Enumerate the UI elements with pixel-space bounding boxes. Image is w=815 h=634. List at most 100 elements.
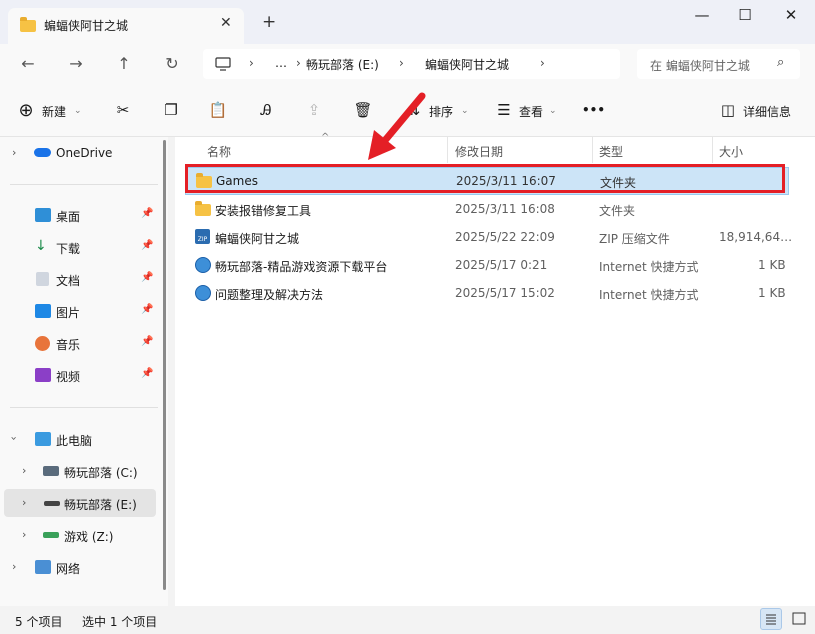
pictures-icon bbox=[35, 304, 51, 318]
column-header-type[interactable]: 类型 bbox=[599, 143, 623, 160]
sort-button[interactable]: 排序 bbox=[429, 103, 453, 120]
file-name: 问题整理及解决方法 bbox=[215, 288, 324, 302]
sidebar-item-label: 下载 bbox=[56, 242, 81, 256]
sidebar-item-pictures[interactable]: 图片 📌 bbox=[0, 297, 158, 325]
copy-icon[interactable]: ❐ bbox=[161, 101, 181, 119]
pin-icon[interactable]: 📌 bbox=[141, 304, 153, 315]
sidebar-item-this-pc[interactable]: › 此电脑 bbox=[0, 425, 158, 453]
sidebar-item-label: 文档 bbox=[56, 274, 81, 288]
up-button[interactable]: ↑ bbox=[113, 54, 135, 74]
sidebar-item-drive-c[interactable]: › 畅玩部落 (C:) bbox=[0, 457, 158, 485]
file-size: 18,914,64… bbox=[719, 230, 793, 244]
details-button[interactable]: 详细信息 bbox=[743, 103, 791, 120]
divider bbox=[10, 184, 158, 185]
sidebar-item-drive-e[interactable]: › 畅玩部落 (E:) bbox=[4, 489, 156, 517]
music-icon bbox=[35, 336, 50, 351]
navigation-pane: › OneDrive 桌面 📌 ↓ 下载 📌 文档 📌 图片 📌 音乐 📌 视频… bbox=[0, 137, 168, 606]
chevron-down-icon: ⌄ bbox=[74, 106, 82, 116]
view-button[interactable]: 查看 bbox=[519, 103, 543, 120]
view-icon: ☰ bbox=[497, 101, 511, 119]
column-header-size[interactable]: 大小 bbox=[719, 143, 743, 160]
maximize-button[interactable]: ☐ bbox=[731, 6, 759, 26]
pin-icon[interactable]: 📌 bbox=[141, 336, 153, 347]
sidebar-item-drive-z[interactable]: › 游戏 (Z:) bbox=[0, 521, 158, 549]
details-view-button[interactable] bbox=[760, 608, 782, 630]
computer-icon bbox=[35, 432, 51, 446]
share-icon[interactable]: ⇪ bbox=[304, 101, 324, 119]
pin-icon[interactable]: 📌 bbox=[141, 272, 153, 283]
divider bbox=[10, 407, 158, 408]
chevron-down-icon[interactable]: › bbox=[8, 436, 21, 440]
file-modified: 2025/3/11 16:08 bbox=[455, 202, 555, 216]
folder-icon bbox=[20, 17, 36, 32]
file-row[interactable]: 问题整理及解决方法 2025/5/17 15:02 Internet 快捷方式 … bbox=[185, 280, 787, 306]
list-view-icon bbox=[766, 614, 776, 625]
more-options-button[interactable]: ••• bbox=[582, 103, 605, 117]
tab-active[interactable]: 蝙蝠侠阿甘之城 ✕ bbox=[8, 8, 244, 44]
back-button[interactable]: ← bbox=[17, 54, 39, 74]
chevron-right-icon[interactable]: › bbox=[12, 560, 16, 573]
file-name: 蝙蝠侠阿甘之城 bbox=[215, 232, 300, 246]
minimize-button[interactable]: — bbox=[688, 6, 716, 26]
sort-ascending-icon: ^ bbox=[321, 132, 330, 143]
tiles-view-button[interactable] bbox=[788, 608, 810, 630]
internet-shortcut-icon bbox=[195, 285, 211, 301]
search-input[interactable]: 在 蝙蝠侠阿甘之城 bbox=[650, 57, 750, 74]
search-box[interactable]: 在 蝙蝠侠阿甘之城 ⌕ bbox=[637, 49, 800, 79]
cloud-icon bbox=[34, 148, 51, 157]
breadcrumb-overflow[interactable]: … bbox=[275, 56, 287, 70]
rename-icon[interactable]: Ꭿ bbox=[256, 101, 276, 119]
sidebar-item-onedrive[interactable]: › OneDrive bbox=[0, 139, 158, 167]
tab-close-button[interactable]: ✕ bbox=[220, 15, 232, 31]
file-modified: 2025/5/17 15:02 bbox=[455, 286, 555, 300]
paste-icon[interactable]: 📋 bbox=[208, 101, 228, 119]
sidebar-item-label: 畅玩部落 (E:) bbox=[64, 498, 137, 512]
sidebar-item-downloads[interactable]: ↓ 下载 📌 bbox=[0, 233, 158, 261]
chevron-right-icon: › bbox=[399, 56, 404, 70]
sidebar-item-music[interactable]: 音乐 📌 bbox=[0, 329, 158, 357]
internet-shortcut-icon bbox=[195, 257, 211, 273]
pin-icon[interactable]: 📌 bbox=[141, 208, 153, 219]
chevron-right-icon[interactable]: › bbox=[12, 146, 16, 159]
file-row[interactable]: 畅玩部落-精品游戏资源下载平台 2025/5/17 0:21 Internet … bbox=[185, 252, 787, 278]
chevron-down-icon: ⌄ bbox=[549, 106, 557, 116]
file-list: ^ 名称 修改日期 类型 大小 Games 2025/3/11 16:07 文件… bbox=[175, 132, 815, 606]
new-tab-button[interactable]: + bbox=[262, 12, 276, 32]
column-header-name[interactable]: 名称 bbox=[207, 143, 231, 160]
pin-icon[interactable]: 📌 bbox=[141, 240, 153, 251]
sidebar-item-desktop[interactable]: 桌面 📌 bbox=[0, 201, 158, 229]
sidebar-item-label: 畅玩部落 (C:) bbox=[64, 466, 138, 480]
close-button[interactable]: ✕ bbox=[777, 6, 805, 26]
sidebar-item-documents[interactable]: 文档 📌 bbox=[0, 265, 158, 293]
chevron-right-icon: › bbox=[249, 56, 254, 70]
chevron-right-icon[interactable]: › bbox=[22, 496, 26, 509]
file-size: 1 KB bbox=[758, 258, 786, 272]
file-row[interactable]: ZIP 蝙蝠侠阿甘之城 2025/5/22 22:09 ZIP 压缩文件 18,… bbox=[185, 224, 792, 250]
file-name: 畅玩部落-精品游戏资源下载平台 bbox=[215, 260, 388, 274]
file-type: ZIP 压缩文件 bbox=[599, 232, 670, 246]
chevron-right-icon: › bbox=[540, 56, 545, 70]
pin-icon[interactable]: 📌 bbox=[141, 368, 153, 379]
sidebar-scrollbar[interactable] bbox=[163, 140, 166, 590]
sidebar-item-network[interactable]: › 网络 bbox=[0, 553, 158, 581]
cut-icon[interactable]: ✂ bbox=[113, 101, 133, 119]
breadcrumb-folder[interactable]: 蝙蝠侠阿甘之城 bbox=[425, 56, 509, 73]
new-button[interactable]: 新建 bbox=[42, 103, 66, 120]
column-header-modified[interactable]: 修改日期 bbox=[455, 143, 503, 160]
details-pane-icon: ◫ bbox=[720, 101, 736, 119]
file-row[interactable]: 安装报错修复工具 2025/3/11 16:08 文件夹 bbox=[185, 196, 787, 222]
column-divider[interactable] bbox=[712, 137, 713, 163]
column-divider[interactable] bbox=[447, 137, 448, 163]
windows-drive-icon bbox=[43, 466, 59, 476]
file-type: Internet 快捷方式 bbox=[599, 260, 699, 274]
sidebar-item-videos[interactable]: 视频 📌 bbox=[0, 361, 158, 389]
column-divider[interactable] bbox=[592, 137, 593, 163]
refresh-button[interactable]: ↻ bbox=[161, 54, 183, 74]
sidebar-item-label: 图片 bbox=[56, 306, 81, 320]
chevron-right-icon[interactable]: › bbox=[22, 528, 26, 541]
breadcrumb-drive[interactable]: 畅玩部落 (E:) bbox=[306, 56, 379, 73]
address-bar[interactable]: › … › 畅玩部落 (E:) › 蝙蝠侠阿甘之城 › bbox=[203, 49, 620, 79]
forward-button[interactable]: → bbox=[65, 54, 87, 74]
tab-title: 蝙蝠侠阿甘之城 bbox=[44, 19, 129, 33]
chevron-right-icon[interactable]: › bbox=[22, 464, 26, 477]
